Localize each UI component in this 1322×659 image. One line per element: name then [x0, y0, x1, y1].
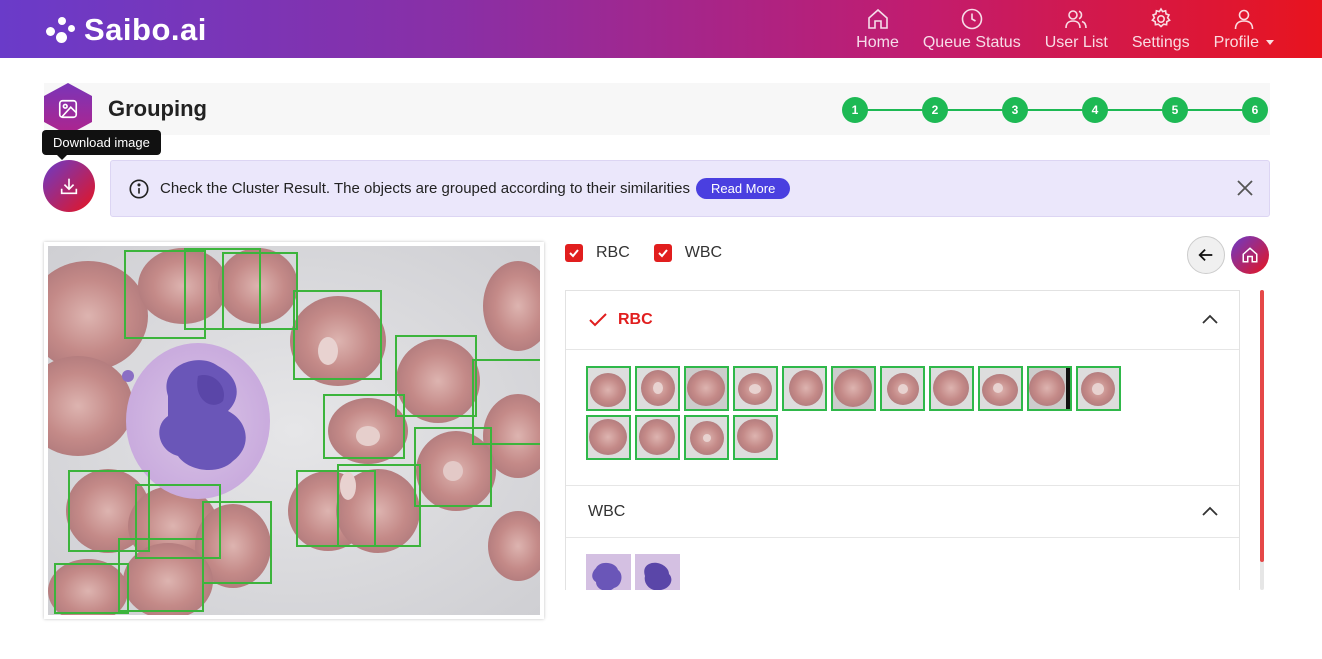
- rbc-thumb[interactable]: [733, 366, 778, 411]
- rbc-thumb[interactable]: [978, 366, 1023, 411]
- nav-queue-status[interactable]: Queue Status: [923, 7, 1021, 52]
- wbc-thumb[interactable]: [635, 554, 680, 590]
- download-icon: [60, 178, 78, 195]
- rbc-thumb[interactable]: [684, 366, 729, 411]
- nav-settings[interactable]: Settings: [1132, 7, 1190, 52]
- step-6[interactable]: 6: [1242, 97, 1268, 123]
- check-icon: [589, 313, 607, 327]
- nav-user-list[interactable]: User List: [1045, 7, 1108, 52]
- user-icon: [1234, 9, 1254, 30]
- nav-home[interactable]: Home: [856, 7, 899, 52]
- info-banner: Check the Cluster Result. The objects ar…: [110, 160, 1270, 217]
- download-tooltip: Download image: [42, 130, 161, 160]
- page-title: Grouping: [108, 96, 207, 121]
- rbc-thumb[interactable]: [1027, 366, 1072, 411]
- progress-stepper: 1 2 3 4 5 6: [842, 97, 1268, 123]
- nav-home-label: Home: [856, 34, 899, 51]
- close-icon[interactable]: [1235, 178, 1255, 198]
- clock-icon: [961, 8, 983, 30]
- nav-queue-status-label: Queue Status: [922, 34, 1021, 51]
- check-icon: [658, 249, 668, 258]
- rbc-group-title: RBC: [618, 311, 653, 328]
- wbc-thumbnails: [566, 538, 1186, 590]
- check-icon: [569, 249, 579, 258]
- groups-scrollbar[interactable]: [1260, 290, 1264, 590]
- rbc-thumb[interactable]: [635, 415, 680, 460]
- rbc-thumb[interactable]: [635, 366, 680, 411]
- info-text: Check the Cluster Result. The objects ar…: [160, 180, 690, 197]
- wbc-group-header[interactable]: WBC: [566, 485, 1239, 538]
- rbc-thumb[interactable]: [1076, 366, 1121, 411]
- nav-profile[interactable]: Profile: [1214, 7, 1274, 52]
- rbc-thumb[interactable]: [831, 366, 876, 411]
- back-button[interactable]: [1187, 236, 1225, 274]
- wbc-thumb[interactable]: [586, 554, 631, 590]
- rbc-thumb[interactable]: [684, 415, 729, 460]
- logo-mark-icon: [44, 13, 78, 47]
- info-icon: [129, 178, 149, 199]
- wbc-checkbox[interactable]: [653, 244, 672, 262]
- nav-profile-label: Profile: [1214, 34, 1274, 52]
- scrollbar-thumb[interactable]: [1260, 290, 1264, 562]
- read-more-button[interactable]: Read More: [695, 178, 791, 199]
- rbc-thumb[interactable]: [586, 415, 631, 460]
- chevron-up-icon[interactable]: [1201, 313, 1219, 325]
- chevron-up-icon[interactable]: [1201, 505, 1219, 517]
- step-1[interactable]: 1: [842, 97, 868, 123]
- step-3[interactable]: 3: [1002, 97, 1028, 123]
- blood-smear-image[interactable]: [48, 246, 540, 615]
- arrow-left-icon: [1198, 248, 1213, 262]
- rbc-thumb[interactable]: [929, 366, 974, 411]
- users-icon: [1065, 10, 1088, 29]
- home-icon: [867, 8, 888, 29]
- home-icon: [1242, 247, 1258, 263]
- groups-accordion: RBC WBC: [565, 290, 1240, 590]
- step-5[interactable]: 5: [1162, 97, 1188, 123]
- wbc-checkbox-label: WBC: [684, 244, 723, 261]
- rbc-thumb[interactable]: [586, 366, 631, 411]
- rbc-thumb[interactable]: [880, 366, 925, 411]
- rbc-checkbox[interactable]: [565, 244, 583, 262]
- image-icon: [58, 99, 78, 119]
- logo[interactable]: Saibo.ai: [44, 12, 207, 48]
- cell-image-panel: [44, 242, 544, 619]
- wbc-group-title: WBC: [588, 502, 626, 520]
- rbc-thumbnails: [566, 350, 1186, 485]
- step-4[interactable]: 4: [1082, 97, 1108, 123]
- top-navbar: Saibo.ai Home Queue Status User List Set…: [0, 0, 1322, 58]
- step-2[interactable]: 2: [922, 97, 948, 123]
- nav-user-list-label: User List: [1044, 34, 1108, 51]
- main-nav: Home Queue Status User List Settings Pro…: [832, 7, 1274, 52]
- rbc-thumb[interactable]: [782, 366, 827, 411]
- stepper-line: [855, 109, 1255, 111]
- home-button[interactable]: [1231, 236, 1269, 274]
- caret-down-icon: [1266, 40, 1274, 46]
- nav-settings-label: Settings: [1131, 34, 1190, 51]
- logo-text: Saibo.ai: [84, 12, 207, 47]
- gear-icon: [1150, 7, 1171, 28]
- rbc-checkbox-label: RBC: [596, 244, 630, 261]
- class-filter-row: RBC WBC: [565, 244, 746, 262]
- download-image-button[interactable]: [43, 160, 95, 212]
- rbc-group-header[interactable]: RBC: [566, 291, 1239, 350]
- rbc-thumb[interactable]: [733, 415, 778, 460]
